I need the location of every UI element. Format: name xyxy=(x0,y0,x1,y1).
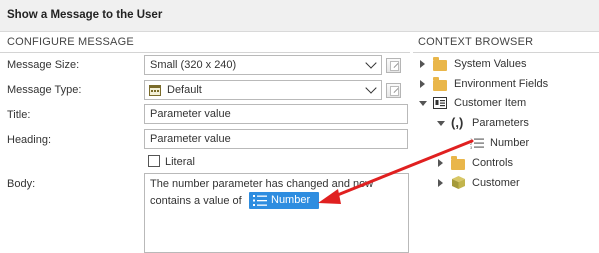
drag-arrow-annotation xyxy=(318,139,474,204)
